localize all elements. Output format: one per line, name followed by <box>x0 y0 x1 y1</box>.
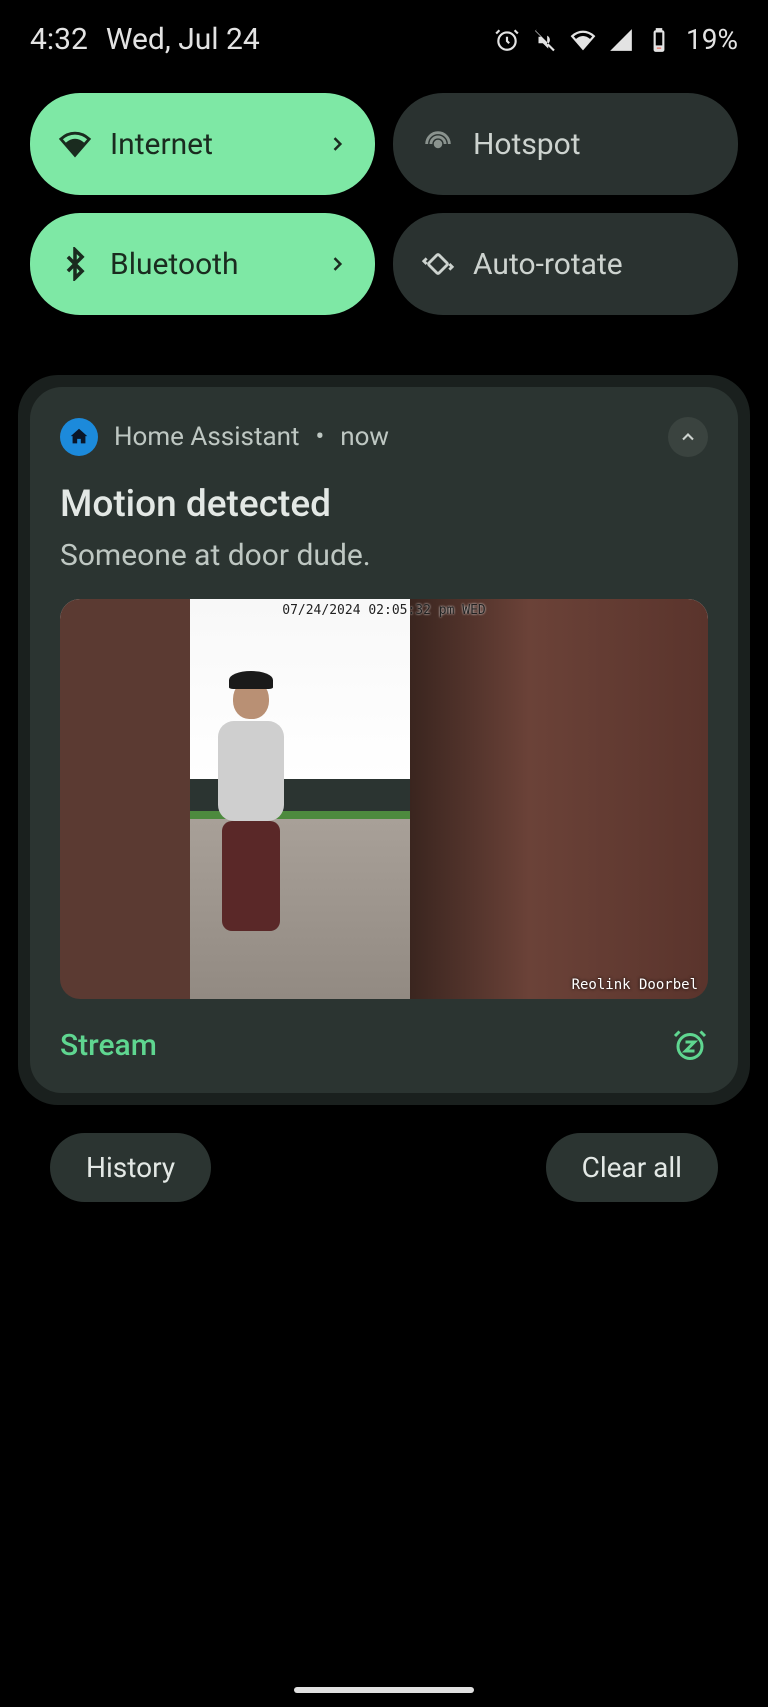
hotspot-icon <box>421 127 455 161</box>
navigation-handle[interactable] <box>294 1687 474 1693</box>
camera-timestamp-overlay: 07/24/2024 02:05:32 pm WED <box>282 603 486 618</box>
notification-footer: History Clear all <box>0 1105 768 1230</box>
qs-tile-hotspot[interactable]: Hotspot <box>393 93 738 195</box>
qs-tile-internet[interactable]: Internet <box>30 93 375 195</box>
notification-image[interactable]: 07/24/2024 02:05:32 pm WED Reolink Doorb… <box>60 599 708 999</box>
notification-card[interactable]: Home Assistant • now Motion detected Som… <box>30 387 738 1093</box>
mute-icon <box>532 27 558 53</box>
notification-title: Motion detected <box>60 483 708 526</box>
status-bar: 4:32 Wed, Jul 24 19% <box>0 0 768 79</box>
notification-header: Home Assistant • now <box>60 417 708 457</box>
snooze-icon[interactable] <box>672 1027 708 1063</box>
qs-tile-auto-rotate[interactable]: Auto-rotate <box>393 213 738 315</box>
bluetooth-icon <box>58 247 92 281</box>
auto-rotate-icon <box>421 247 455 281</box>
clear-all-button[interactable]: Clear all <box>546 1133 718 1202</box>
notification-app-name: Home Assistant <box>114 422 299 452</box>
notification-time: now <box>340 422 389 452</box>
alarm-icon <box>494 27 520 53</box>
wifi-icon <box>570 27 596 53</box>
history-button[interactable]: History <box>50 1133 211 1202</box>
qs-tile-bluetooth[interactable]: Bluetooth <box>30 213 375 315</box>
separator: • <box>315 422 324 452</box>
qs-tile-label: Auto-rotate <box>473 247 710 282</box>
status-date: Wed, Jul 24 <box>106 22 260 57</box>
notification-body: Someone at door dude. <box>60 538 708 573</box>
camera-watermark: Reolink Doorbel <box>572 977 698 993</box>
stream-button[interactable]: Stream <box>60 1028 157 1063</box>
qs-tile-label: Hotspot <box>473 127 710 162</box>
qs-tile-label: Bluetooth <box>110 247 327 282</box>
wifi-icon <box>58 127 92 161</box>
collapse-button[interactable] <box>668 417 708 457</box>
quick-settings: Internet Hotspot Bluetooth Auto-rotate <box>0 79 768 335</box>
status-time: 4:32 <box>30 22 88 57</box>
chevron-right-icon <box>327 254 347 274</box>
battery-percentage: 19% <box>686 23 738 56</box>
signal-icon <box>608 27 634 53</box>
battery-icon <box>646 27 672 53</box>
qs-tile-label: Internet <box>110 127 327 162</box>
home-assistant-icon <box>60 418 98 456</box>
chevron-right-icon <box>327 134 347 154</box>
notification-shade: Home Assistant • now Motion detected Som… <box>18 375 750 1105</box>
